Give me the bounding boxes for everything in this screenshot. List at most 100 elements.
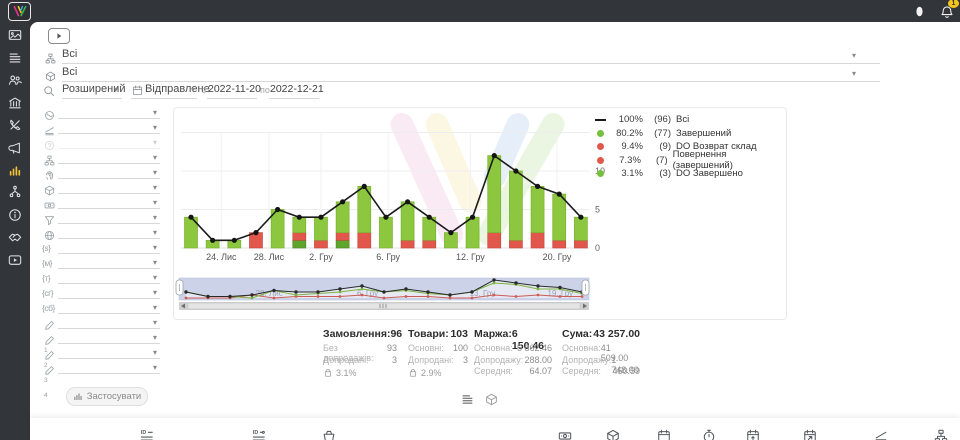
sidebar-item-media[interactable] <box>8 26 22 40</box>
date-to-underline[interactable] <box>269 98 319 99</box>
toolbar-export-date-button[interactable] <box>803 427 817 440</box>
chart-bar-segment[interactable] <box>293 233 306 241</box>
chart-bar-segment[interactable] <box>509 171 522 240</box>
date-type-underline[interactable] <box>131 98 197 99</box>
sidebar-item-info[interactable] <box>8 206 22 220</box>
chart-bar-segment[interactable] <box>531 186 544 232</box>
chevron-down-icon[interactable]: ▾ <box>153 304 157 312</box>
sidebar-item-automation[interactable] <box>8 183 22 197</box>
chart-bar-segment[interactable] <box>466 217 479 248</box>
filter-select-underline[interactable] <box>58 253 160 254</box>
chevron-down-icon[interactable]: ▾ <box>153 214 157 222</box>
line-point[interactable] <box>210 238 215 243</box>
chart-bar-segment[interactable] <box>336 240 349 248</box>
line-point[interactable] <box>188 215 193 220</box>
chart-bar-segment[interactable] <box>553 240 566 248</box>
department-select[interactable]: Всі <box>62 48 77 60</box>
line-point[interactable] <box>492 153 497 158</box>
line-point[interactable] <box>405 199 410 204</box>
filter-select-underline[interactable] <box>58 283 160 284</box>
filter-select-underline[interactable] <box>58 298 160 299</box>
line-point[interactable] <box>383 215 388 220</box>
chevron-down-icon[interactable]: ▾ <box>153 184 157 192</box>
line-point[interactable] <box>232 238 237 243</box>
legend-item[interactable]: 100%(96)Всі <box>594 113 784 127</box>
chevron-down-icon[interactable]: ▾ <box>153 274 157 282</box>
filter-select-underline[interactable] <box>58 178 160 179</box>
chevron-down-icon[interactable]: ▾ <box>852 52 856 60</box>
line-point[interactable] <box>535 184 540 189</box>
chevron-down-icon[interactable]: ▾ <box>153 229 157 237</box>
chevron-down-icon[interactable]: ▾ <box>191 86 195 94</box>
apply-button[interactable]: Застосувати <box>66 387 148 406</box>
line-point[interactable] <box>578 215 583 220</box>
toolbar-products-button[interactable] <box>606 427 620 440</box>
toolbar-level-button[interactable] <box>874 427 888 440</box>
filter-select-underline[interactable] <box>58 118 160 119</box>
sidebar-item-partners[interactable] <box>8 228 22 242</box>
chevron-down-icon[interactable]: ▾ <box>114 86 118 94</box>
chevron-down-icon[interactable]: ▾ <box>153 139 157 147</box>
filter-select-underline[interactable] <box>58 133 160 134</box>
chart-bar-segment[interactable] <box>531 233 544 248</box>
chevron-down-icon[interactable]: ▾ <box>153 124 157 132</box>
brand-logo[interactable] <box>8 2 31 21</box>
toolbar-basket-button[interactable] <box>322 427 336 440</box>
toolbar-payments-button[interactable] <box>558 427 572 440</box>
line-point[interactable] <box>470 215 475 220</box>
filter-select-underline[interactable] <box>58 358 160 359</box>
line-point[interactable] <box>297 215 302 220</box>
chevron-down-icon[interactable]: ▾ <box>153 319 157 327</box>
filter-select-underline[interactable] <box>58 208 160 209</box>
toolbar-created-date-button[interactable] <box>657 427 671 440</box>
chevron-down-icon[interactable]: ▾ <box>153 289 157 297</box>
search-mode-underline[interactable] <box>62 98 122 99</box>
chevron-down-icon[interactable]: ▾ <box>153 349 157 357</box>
chart-bar-segment[interactable] <box>401 202 414 241</box>
toolbar-ids-filled-button[interactable]: ID <box>140 427 154 440</box>
chart-bar-segment[interactable] <box>553 194 566 240</box>
filter-select-underline[interactable] <box>58 343 160 344</box>
date-type-select[interactable]: Відправлене <box>145 83 210 95</box>
line-point[interactable] <box>318 215 323 220</box>
line-point[interactable] <box>253 230 258 235</box>
legend-item[interactable]: 7.3%(7)Повернення (завершений) <box>594 154 784 168</box>
sidebar-item-tutorials[interactable] <box>8 251 22 265</box>
filter-select-underline[interactable] <box>58 148 160 149</box>
filter-select-underline[interactable] <box>58 313 160 314</box>
toolbar-shipped-date-button[interactable] <box>746 427 760 440</box>
chart-bar-segment[interactable] <box>401 240 414 248</box>
product-select-underline[interactable] <box>62 81 880 82</box>
toolbar-structure-button[interactable] <box>934 427 948 440</box>
chart-bar-segment[interactable] <box>509 240 522 248</box>
assistant-icon[interactable] <box>913 3 926 21</box>
chart-bar-segment[interactable] <box>488 233 501 248</box>
chart-bar-segment[interactable] <box>358 233 371 248</box>
chart-bar-segment[interactable] <box>314 217 327 240</box>
products-view-toggle[interactable] <box>485 391 498 404</box>
chevron-down-icon[interactable]: ▾ <box>153 259 157 267</box>
search-icon[interactable] <box>43 82 55 100</box>
chart-bar-segment[interactable] <box>574 217 587 240</box>
chevron-down-icon[interactable]: ▾ <box>153 109 157 117</box>
chevron-down-icon[interactable]: ▾ <box>153 244 157 252</box>
filter-select-underline[interactable] <box>58 373 160 374</box>
table-view-toggle[interactable] <box>461 391 474 404</box>
sidebar-item-customers[interactable] <box>8 71 22 85</box>
sidebar-item-orders[interactable] <box>8 49 22 63</box>
date-to-field[interactable]: 2022-12-21 <box>270 83 324 95</box>
chart-bar-segment[interactable] <box>336 233 349 241</box>
date-from-field[interactable]: 2022-11-20 <box>208 83 261 95</box>
sidebar-item-company[interactable] <box>8 94 22 108</box>
line-point[interactable] <box>448 230 453 235</box>
chart-bar-segment[interactable] <box>336 202 349 233</box>
chevron-down-icon[interactable]: ▾ <box>153 169 157 177</box>
chevron-down-icon[interactable]: ▾ <box>153 334 157 342</box>
sidebar-item-analytics[interactable] <box>8 161 22 175</box>
legend-item[interactable]: 80.2%(77)Завершений <box>594 127 784 141</box>
filter-select-underline[interactable] <box>58 268 160 269</box>
chart-bar-segment[interactable] <box>314 240 327 248</box>
filter-select-underline[interactable] <box>58 163 160 164</box>
department-select-underline[interactable] <box>62 63 880 64</box>
product-select[interactable]: Всі <box>62 66 77 78</box>
